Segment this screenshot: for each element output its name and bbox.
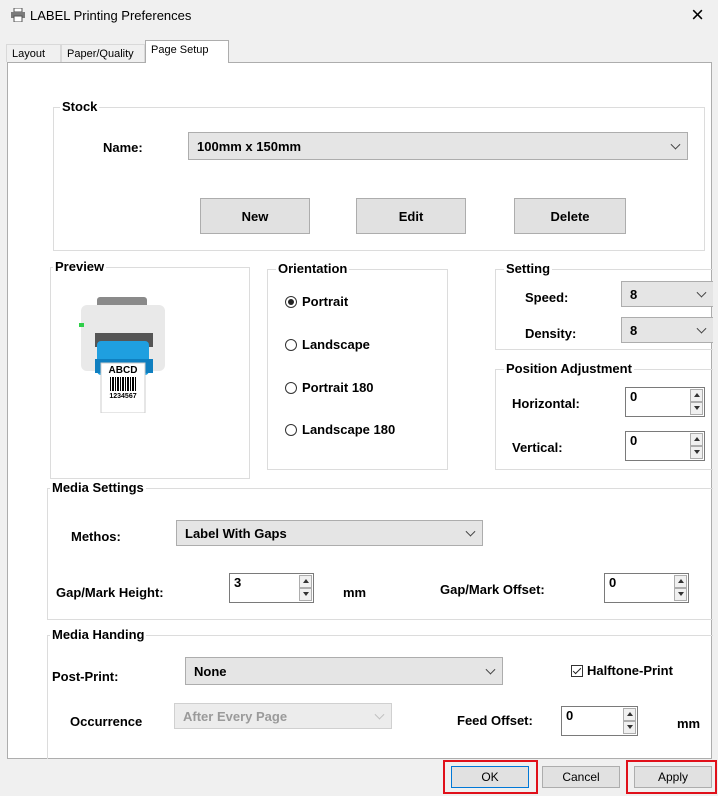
spin-up-icon[interactable] bbox=[690, 433, 703, 446]
close-icon[interactable]: × bbox=[691, 2, 704, 28]
radio-empty-icon bbox=[285, 423, 297, 436]
gap-mark-offset-stepper[interactable]: 0 bbox=[604, 573, 689, 603]
gap-mark-height-unit: mm bbox=[343, 585, 367, 600]
methos-label: Methos: bbox=[71, 529, 121, 544]
setting-group-title: Setting bbox=[504, 261, 553, 277]
gap-mark-offset-label: Gap/Mark Offset: bbox=[440, 582, 545, 597]
chevron-down-icon bbox=[696, 323, 707, 334]
window-title-bar: LABEL Printing Preferences bbox=[10, 7, 192, 23]
barcode-icon bbox=[110, 377, 136, 391]
new-button[interactable]: New bbox=[200, 198, 310, 234]
post-print-dropdown[interactable]: None bbox=[185, 657, 503, 685]
preview-label-text: ABCD bbox=[108, 365, 138, 376]
edit-button[interactable]: Edit bbox=[356, 198, 466, 234]
spin-down-icon[interactable] bbox=[690, 446, 703, 459]
halftone-print-checkbox[interactable]: Halftone-Print bbox=[571, 663, 673, 678]
radio-portrait-180[interactable]: Portrait 180 bbox=[285, 380, 374, 395]
delete-button[interactable]: Delete bbox=[514, 198, 626, 234]
tab-layout[interactable]: Layout bbox=[6, 44, 61, 62]
density-label: Density: bbox=[525, 326, 577, 341]
stock-group: Stock Name: 100mm x 150mm New Edit Delet… bbox=[53, 99, 705, 251]
spin-up-icon[interactable] bbox=[690, 389, 703, 402]
media-handing-title: Media Handing bbox=[50, 627, 147, 643]
spin-down-icon[interactable] bbox=[299, 588, 312, 601]
chevron-down-icon bbox=[670, 139, 681, 150]
printer-preview-image: ABCD 1234567 bbox=[73, 293, 173, 414]
spin-up-icon[interactable] bbox=[674, 575, 687, 588]
radio-landscape-180[interactable]: Landscape 180 bbox=[285, 422, 395, 437]
occurrence-label: Occurrence bbox=[70, 714, 143, 729]
tab-paper-quality[interactable]: Paper/Quality bbox=[61, 44, 145, 62]
spin-up-icon[interactable] bbox=[623, 708, 636, 721]
preview-group-title: Preview bbox=[53, 259, 107, 275]
speed-label: Speed: bbox=[525, 290, 569, 305]
orientation-group: Orientation Portrait Landscape Portrait … bbox=[267, 261, 448, 470]
horizontal-label: Horizontal: bbox=[512, 396, 580, 411]
feed-offset-unit: mm bbox=[677, 716, 701, 731]
density-dropdown[interactable]: 8 bbox=[621, 317, 713, 343]
chevron-down-icon bbox=[696, 287, 707, 298]
stock-name-dropdown[interactable]: 100mm x 150mm bbox=[188, 132, 688, 160]
radio-selected-icon bbox=[285, 295, 297, 308]
speed-dropdown[interactable]: 8 bbox=[621, 281, 713, 307]
vertical-label: Vertical: bbox=[512, 440, 563, 455]
radio-landscape[interactable]: Landscape bbox=[285, 337, 370, 352]
radio-portrait[interactable]: Portrait bbox=[285, 294, 348, 309]
methos-dropdown[interactable]: Label With Gaps bbox=[176, 520, 483, 546]
chevron-down-icon bbox=[485, 664, 496, 675]
post-print-label: Post-Print: bbox=[52, 669, 119, 684]
radio-empty-icon bbox=[285, 381, 297, 394]
gap-mark-height-label: Gap/Mark Height: bbox=[56, 585, 164, 600]
setting-group: Setting Speed: 8 Density: 8 bbox=[495, 261, 713, 350]
feed-offset-stepper[interactable]: 0 bbox=[561, 706, 638, 736]
spin-down-icon[interactable] bbox=[690, 402, 703, 415]
spin-down-icon[interactable] bbox=[674, 588, 687, 601]
occurrence-dropdown: After Every Page bbox=[174, 703, 392, 729]
chevron-down-icon bbox=[374, 709, 385, 720]
vertical-stepper[interactable]: 0 bbox=[625, 431, 705, 461]
checkbox-checked-icon bbox=[571, 664, 583, 677]
preview-label-number: 1234567 bbox=[109, 393, 137, 400]
horizontal-stepper[interactable]: 0 bbox=[625, 387, 705, 417]
printer-icon bbox=[10, 7, 26, 23]
ok-button[interactable]: OK bbox=[451, 766, 529, 788]
orientation-group-title: Orientation bbox=[276, 261, 350, 277]
radio-empty-icon bbox=[285, 338, 297, 351]
media-settings-title: Media Settings bbox=[50, 480, 146, 496]
stock-name-label: Name: bbox=[103, 140, 143, 155]
feed-offset-label: Feed Offset: bbox=[457, 713, 533, 728]
position-adjustment-group: Position Adjustment Horizontal: 0 Vertic… bbox=[495, 361, 713, 470]
tab-page-setup[interactable]: Page Setup bbox=[145, 40, 229, 63]
position-adjustment-title: Position Adjustment bbox=[504, 361, 634, 377]
page-setup-panel: Stock Name: 100mm x 150mm New Edit Delet… bbox=[7, 62, 713, 759]
gap-mark-height-stepper[interactable]: 3 bbox=[229, 573, 314, 603]
stock-name-value: 100mm x 150mm bbox=[197, 138, 302, 154]
apply-button[interactable]: Apply bbox=[634, 766, 712, 788]
preview-group: Preview ABCD 1234567 bbox=[50, 259, 250, 479]
cancel-button[interactable]: Cancel bbox=[542, 766, 620, 788]
media-handing-group: Media Handing Post-Print: None Halftone-… bbox=[47, 627, 713, 759]
window-title: LABEL Printing Preferences bbox=[30, 8, 192, 23]
chevron-down-icon bbox=[465, 526, 476, 537]
spin-down-icon[interactable] bbox=[623, 721, 636, 734]
stock-group-title: Stock bbox=[60, 99, 100, 115]
spin-up-icon[interactable] bbox=[299, 575, 312, 588]
media-settings-group: Media Settings Methos: Label With Gaps G… bbox=[47, 480, 713, 620]
